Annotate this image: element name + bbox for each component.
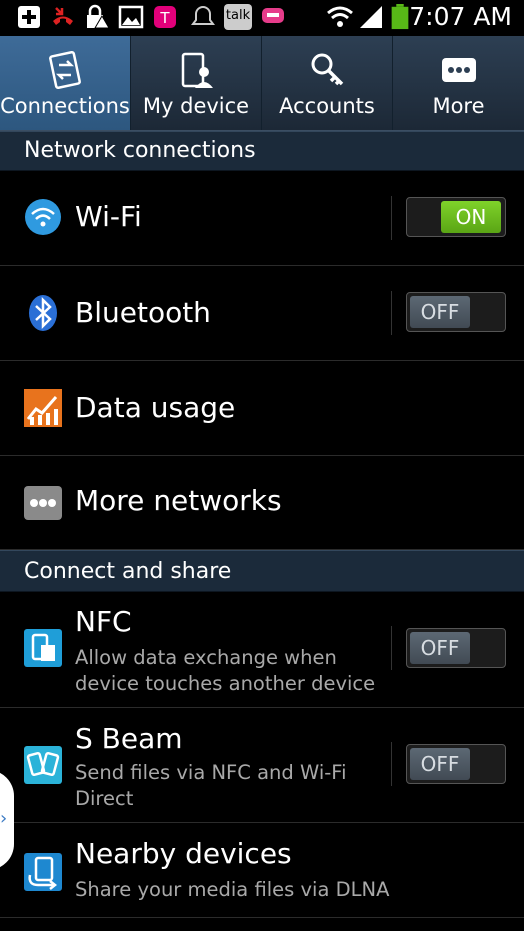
row-title: Wi-Fi [75,200,142,233]
tab-more[interactable]: More [393,36,524,130]
battery-icon [391,4,409,30]
row-title: Nearby devices [75,837,292,870]
bluetooth-toggle[interactable]: OFF [406,292,506,332]
data-usage-icon [24,389,62,427]
missed-call-icon [53,7,73,25]
row-subtitle: Direct [75,787,134,810]
divider [391,291,392,335]
divider [391,196,392,240]
connections-icon [49,50,81,90]
nfc-icon [24,629,62,667]
tab-label: Connections [0,94,130,118]
list-item-nearby-devices[interactable]: Nearby devices Share your media files vi… [0,823,524,918]
tab-bar: Connections My device Accounts More [0,36,524,131]
wifi-setting-icon [25,199,61,235]
list-item-nfc[interactable]: NFC Allow data exchange when device touc… [0,591,524,708]
section-title: Network connections [24,138,256,163]
tab-connections[interactable]: Connections [0,36,130,130]
toggle-state: OFF [410,748,470,780]
list-item-s-beam[interactable]: S Beam Send files via NFC and Wi-Fi Dire… [0,708,524,823]
accounts-key-icon [311,53,344,86]
list-item-bluetooth[interactable]: Bluetooth OFF [0,266,524,361]
tab-label: My device [142,94,250,118]
row-title: Bluetooth [75,296,211,329]
list-item-wifi[interactable]: Wi-Fi ON [0,170,524,266]
tmobile-icon: T [154,6,176,28]
row-subtitle: device touches another device [75,672,376,695]
nfc-toggle[interactable]: OFF [406,628,506,668]
image-icon [118,5,144,29]
s-beam-toggle[interactable]: OFF [406,744,506,784]
tab-label: Accounts [279,94,375,118]
wifi-icon [327,6,353,27]
more-networks-icon [24,486,62,520]
toggle-state: ON [441,201,501,233]
my-device-icon [181,52,213,88]
tab-accounts[interactable]: Accounts [262,36,392,130]
bluetooth-icon [29,295,57,331]
status-bar: T talk 7:07 AM [0,0,524,36]
chevron-right-icon: › [0,808,8,829]
row-title: More networks [75,484,282,517]
row-subtitle: Share your media files via DLNA [75,878,390,901]
tab-label: More [432,94,485,118]
chat-icon [262,8,284,23]
s-beam-icon [24,746,62,784]
row-title: NFC [75,605,132,638]
svg-text:T: T [159,9,170,27]
divider [391,742,392,786]
divider [391,626,392,670]
nearby-devices-icon [24,853,62,891]
row-subtitle: Allow data exchange when [75,646,337,669]
more-dots-icon [441,58,476,82]
list-item-more-networks[interactable]: More networks [0,456,524,550]
add-icon [18,6,40,28]
status-time: 7:07 AM [409,2,512,31]
list-item-data-usage[interactable]: Data usage [0,361,524,456]
row-title: S Beam [75,722,183,755]
row-subtitle: Send files via NFC and Wi-Fi [75,761,347,784]
section-title: Connect and share [24,559,232,584]
section-header-network: Network connections [0,131,524,171]
lock-alert-icon [87,4,110,29]
toggle-state: OFF [410,296,470,328]
section-header-share: Connect and share [0,550,524,592]
bell-icon [191,5,215,25]
tab-my-device[interactable]: My device [131,36,261,130]
talk-icon: talk [224,4,252,30]
signal-icon [360,6,382,28]
row-title: Data usage [75,391,236,424]
toggle-state: OFF [410,632,470,664]
wifi-toggle[interactable]: ON [406,197,506,237]
